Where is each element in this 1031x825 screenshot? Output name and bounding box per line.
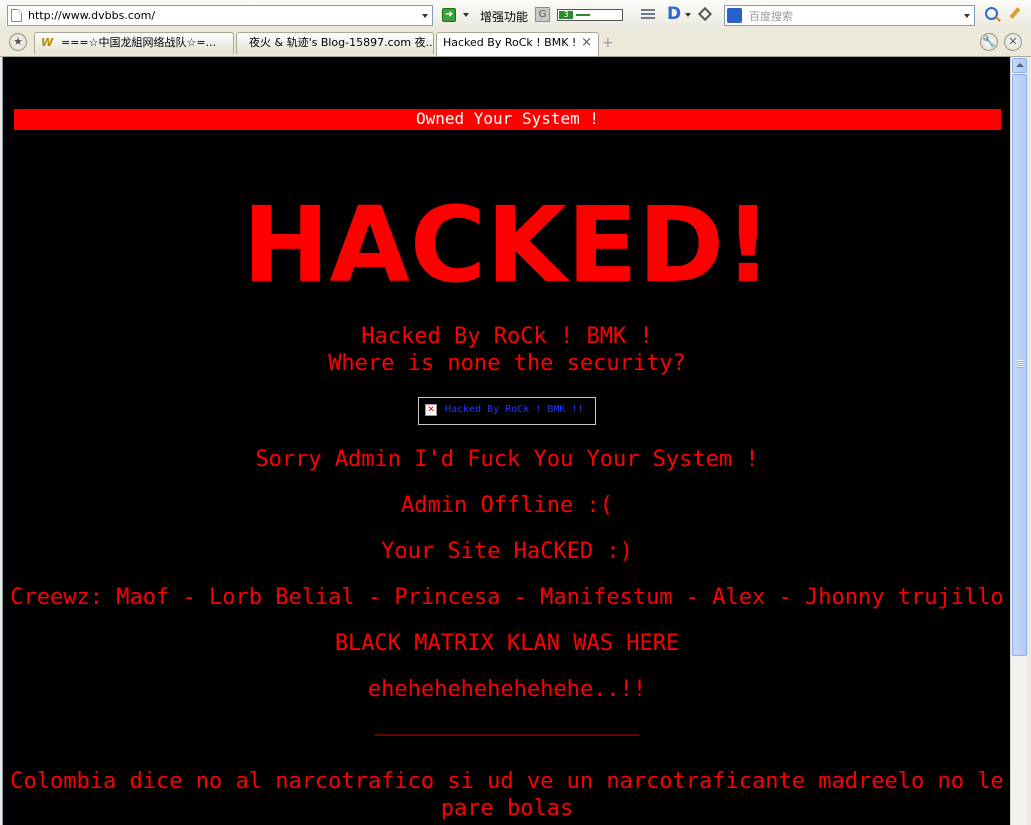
baidu-paw-icon[interactable]: 🐾 xyxy=(727,8,742,23)
byline-security: Where is none the security? xyxy=(328,351,686,376)
line-site-hacked: Your Site HaCKED :) xyxy=(381,539,633,564)
byline-hacked-by: Hacked By RoCk ! BMK ! xyxy=(361,324,653,349)
go-dropdown-icon[interactable] xyxy=(463,13,469,17)
tab-blog[interactable]: 夜火 & 轨迹's Blog-15897.com 夜... xyxy=(236,32,434,54)
tab-hacked[interactable]: Hacked By RoCk ! BMK ! × xyxy=(436,32,599,56)
tab-dragon-team[interactable]: W ===☆中国龙組网络战队☆=... xyxy=(34,32,234,54)
hacked-headline: HACKED! xyxy=(242,184,772,306)
tag-icon[interactable] xyxy=(697,6,713,22)
d-logo-icon[interactable]: D xyxy=(667,4,681,24)
search-box[interactable]: 🐾 百度搜索 xyxy=(724,5,975,26)
page-content: Owned Your System ! HACKED! Hacked By Ro… xyxy=(2,57,1011,825)
tab-bar: ★ W ===☆中国龙組网络战队☆=... 夜火 & 轨迹's Blog-158… xyxy=(0,31,1031,57)
close-window-icon[interactable]: ✕ xyxy=(1004,33,1022,51)
line-laugh: ehehehehehehehehe..!! xyxy=(367,677,647,702)
search-dropdown-icon[interactable] xyxy=(964,14,970,18)
brush-icon[interactable] xyxy=(1008,7,1022,21)
w-favicon-icon: W xyxy=(41,36,54,49)
tools-wrench-icon[interactable]: 🔧 xyxy=(980,33,998,51)
search-icon[interactable] xyxy=(985,7,998,20)
address-bar[interactable]: http://www.dvbbs.com/ xyxy=(7,5,433,26)
g-button[interactable]: G xyxy=(535,7,550,22)
enhance-features-button[interactable]: 增强功能 xyxy=(480,8,528,25)
vertical-scrollbar[interactable] xyxy=(1010,57,1028,825)
meter-value: 3 xyxy=(559,11,573,19)
rating-meter[interactable]: 3 xyxy=(557,9,623,21)
browser-toolbar: http://www.dvbbs.com/ ➜ 增强功能 G 3 D 🐾 百度搜… xyxy=(0,0,1031,32)
close-tab-icon[interactable]: × xyxy=(581,33,592,53)
line-black-matrix: BLACK MATRIX KLAN WAS HERE xyxy=(334,631,680,656)
search-placeholder[interactable]: 百度搜索 xyxy=(749,8,793,24)
line-crew: Creewz: Maof - Lorb Belial - Princesa - … xyxy=(10,585,1004,610)
line-sorry-admin: Sorry Admin I'd Fuck You Your System ! xyxy=(255,447,759,472)
page-icon xyxy=(11,9,22,22)
broken-image[interactable]: ✕ Hacked By RoCk ! BMK !! xyxy=(418,397,596,425)
go-button[interactable]: ➜ xyxy=(442,8,456,22)
underline-rule: ____________________ xyxy=(374,711,640,736)
owned-banner: Owned Your System ! xyxy=(14,109,1001,130)
new-tab-icon[interactable]: + xyxy=(602,36,614,50)
address-dropdown-icon[interactable] xyxy=(422,14,428,18)
line-colombia-1: Colombia dice no al narcotrafico si ud v… xyxy=(10,769,1004,794)
favorites-star-icon[interactable]: ★ xyxy=(9,33,27,51)
line-admin-offline: Admin Offline :( xyxy=(401,493,613,518)
scroll-grip xyxy=(1017,360,1024,368)
tab-label: Hacked By RoCk ! BMK ! xyxy=(443,36,577,49)
meter-bar xyxy=(576,14,590,16)
tab-label: ===☆中国龙組网络战队☆=... xyxy=(61,36,217,49)
scroll-up-button[interactable] xyxy=(1012,58,1027,73)
window-edge xyxy=(1027,57,1031,825)
image-alt-text: Hacked By RoCk ! BMK !! xyxy=(445,404,584,415)
list-icon[interactable] xyxy=(641,9,655,21)
line-colombia-2: pare bolas xyxy=(440,796,574,821)
d-dropdown-icon[interactable] xyxy=(685,13,691,17)
address-url[interactable]: http://www.dvbbs.com/ xyxy=(28,9,155,22)
broken-image-icon: ✕ xyxy=(425,404,437,416)
tab-label: 夜火 & 轨迹's Blog-15897.com 夜... xyxy=(249,36,434,49)
scroll-thumb[interactable] xyxy=(1012,74,1027,656)
